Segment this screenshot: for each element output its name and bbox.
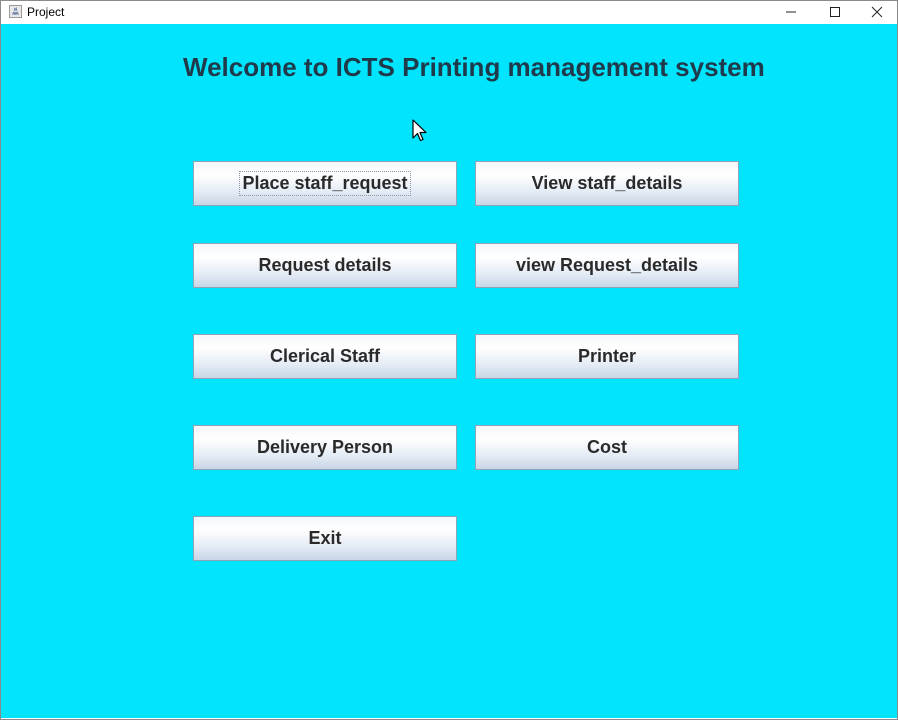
view-request-details-label: view Request_details [515,255,699,275]
page-title: Welcome to ICTS Printing management syst… [183,52,765,82]
close-icon [871,6,883,18]
request-details-button[interactable]: Request details [193,243,457,288]
title-bar[interactable]: Project [1,1,897,23]
cost-label: Cost [587,437,627,457]
clerical-staff-button[interactable]: Clerical Staff [193,334,457,379]
place-staff-request-button[interactable]: Place staff_request [193,161,457,206]
exit-button[interactable]: Exit [193,516,457,561]
main-panel: Welcome to ICTS Printing management syst… [1,24,897,718]
maximize-button[interactable] [813,1,857,23]
view-request-details-button[interactable]: view Request_details [475,243,739,288]
mouse-pointer-icon [412,119,427,142]
java-app-icon [9,5,22,18]
clerical-staff-label: Clerical Staff [269,346,381,366]
application-window: Project Welcome to ICTS Printing managem… [0,0,898,720]
minimize-icon [786,11,796,13]
window-title: Project [27,5,65,19]
close-button[interactable] [855,1,898,23]
maximize-icon [830,7,840,17]
view-staff-details-label: View staff_details [531,173,683,193]
minimize-button[interactable] [769,1,813,23]
exit-label: Exit [308,528,342,548]
printer-button[interactable]: Printer [475,334,739,379]
request-details-label: Request details [258,255,392,275]
place-staff-request-label: Place staff_request [239,171,411,196]
delivery-person-label: Delivery Person [256,437,394,457]
printer-label: Printer [577,346,637,366]
view-staff-details-button[interactable]: View staff_details [475,161,739,206]
delivery-person-button[interactable]: Delivery Person [193,425,457,470]
cost-button[interactable]: Cost [475,425,739,470]
